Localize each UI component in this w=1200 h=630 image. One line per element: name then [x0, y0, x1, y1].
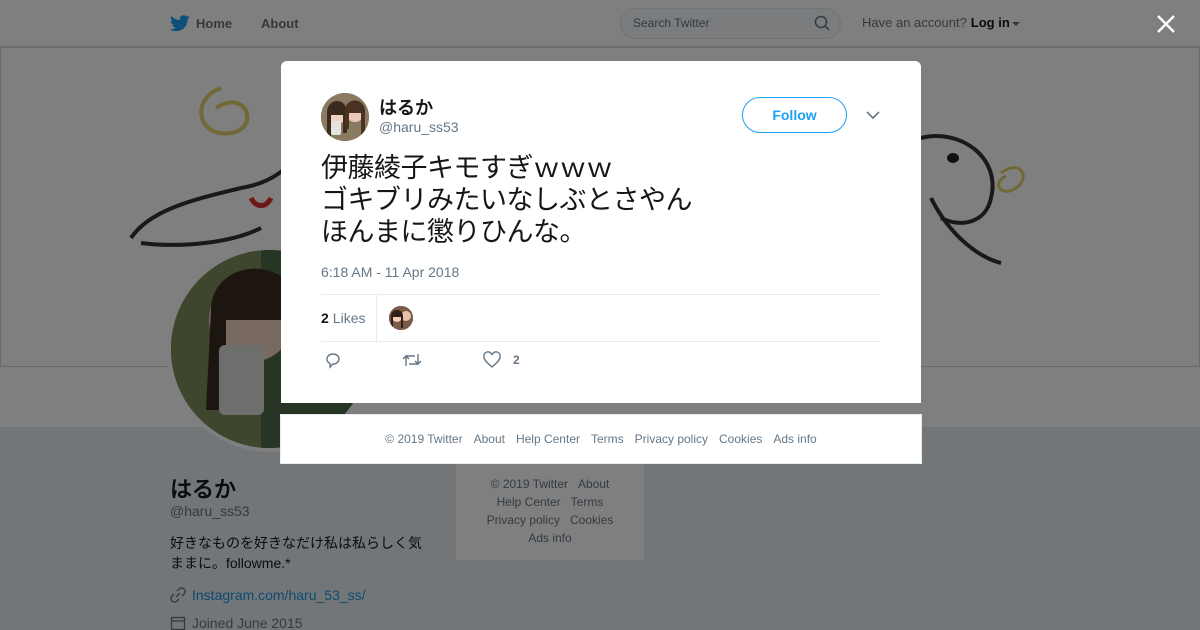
likes-label: Likes: [332, 310, 366, 326]
tweet-stats: 2 Likes: [321, 294, 881, 342]
close-icon[interactable]: [1154, 12, 1178, 36]
footer-privacy[interactable]: Privacy policy: [635, 432, 708, 446]
heart-icon: [483, 351, 501, 368]
footer-terms[interactable]: Terms: [591, 432, 624, 446]
tweet-author-name[interactable]: はるか: [379, 94, 433, 120]
retweet-icon: [402, 354, 422, 366]
likes-stat[interactable]: 2 Likes: [321, 295, 377, 341]
tweet-author-avatar[interactable]: [321, 93, 369, 141]
footer-about[interactable]: About: [474, 432, 505, 446]
tweet-modal: はるか @haru_ss53 Follow 伊藤綾子キモすぎｗｗｗ ゴキブリみた…: [281, 61, 921, 403]
retweet-button[interactable]: [402, 351, 422, 369]
footer-cookies[interactable]: Cookies: [719, 432, 762, 446]
like-button[interactable]: 2: [483, 351, 520, 369]
liker-avatar[interactable]: [389, 306, 413, 330]
reply-icon: [326, 353, 340, 369]
footer-ads-info[interactable]: Ads info: [773, 432, 816, 446]
tweet-author-handle[interactable]: @haru_ss53: [379, 119, 459, 135]
modal-footer: © 2019 Twitter About Help Center Terms P…: [280, 414, 922, 464]
follow-button[interactable]: Follow: [742, 97, 847, 133]
tweet-actions: 2: [321, 351, 621, 375]
like-count: 2: [513, 353, 520, 367]
tweet-timestamp[interactable]: 6:18 AM - 11 Apr 2018: [321, 264, 459, 280]
footer-help-center[interactable]: Help Center: [516, 432, 580, 446]
reply-button[interactable]: [324, 351, 342, 369]
likes-count: 2: [321, 310, 329, 326]
footer-copyright: © 2019 Twitter: [385, 432, 463, 446]
tweet-text: 伊藤綾子キモすぎｗｗｗ ゴキブリみたいなしぶとさやん ほんまに懲りひんな。: [321, 153, 693, 248]
chevron-down-icon[interactable]: [865, 109, 881, 121]
